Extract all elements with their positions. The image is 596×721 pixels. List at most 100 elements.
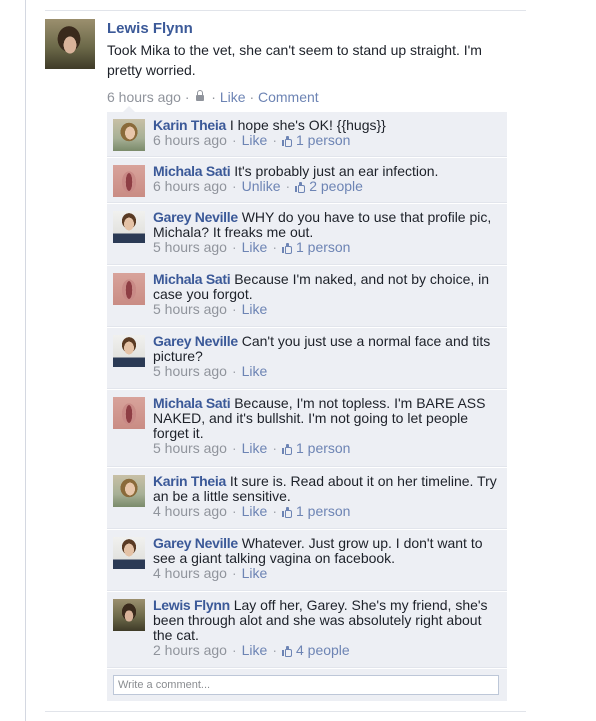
dot-separator: · [231, 503, 237, 519]
comment-like-link[interactable]: Like [242, 132, 268, 148]
separator: · [249, 89, 255, 105]
post-comment-link[interactable]: Comment [258, 89, 319, 105]
comment-meta: 5 hours ago · Like [153, 302, 501, 317]
comment-likes-count[interactable]: 1 person [281, 132, 351, 148]
post-meta: 6 hours ago · · Like · Comment [107, 89, 319, 105]
comment-time[interactable]: 5 hours ago [153, 239, 227, 255]
lock-icon[interactable] [196, 90, 205, 101]
comment-likes-count[interactable]: 1 person [281, 503, 350, 519]
comment-text: It's probably just an ear infection. [234, 163, 439, 179]
comment-unlike-link[interactable]: Unlike [242, 178, 281, 194]
commenter-name[interactable]: Garey Neville [153, 333, 238, 349]
comment-body: Michala Sati Because I'm naked, and not … [153, 272, 501, 317]
comment-like-link[interactable]: Like [242, 565, 268, 581]
dot-separator: · [231, 565, 237, 581]
comment-text: I hope she's OK! {{hugs}} [229, 117, 386, 133]
comment-time[interactable]: 5 hours ago [153, 440, 227, 456]
dot-separator: · [231, 363, 237, 379]
likes-count-label: 1 person [295, 440, 351, 456]
comment-item: Lewis Flynn Lay off her, Garey. She's my… [107, 592, 507, 668]
likes-count-label: 4 people [295, 642, 350, 658]
comment-item: Karin Theia It sure is. Read about it on… [107, 468, 507, 529]
dot-separator: · [285, 178, 291, 194]
comment-like-link[interactable]: Like [242, 301, 268, 317]
comment-body: Karin Theia I hope she's OK! {{hugs}} 6 … [153, 118, 501, 148]
comment-body: Michala Sati It's probably just an ear i… [153, 164, 501, 194]
dot-separator: · [272, 503, 277, 519]
comment-like-link[interactable]: Like [242, 642, 268, 658]
likes-count-label: 2 people [309, 178, 363, 194]
comment-meta: 2 hours ago · Like · 4 people [153, 643, 501, 658]
commenter-name[interactable]: Michala Sati [153, 271, 231, 287]
comment-item: Michala Sati Because I'm naked, and not … [107, 266, 507, 327]
comment-like-link[interactable]: Like [242, 363, 268, 379]
comment-like-link[interactable]: Like [242, 239, 268, 255]
commenter-name[interactable]: Lewis Flynn [153, 597, 230, 613]
thumbs-up-icon [295, 182, 306, 193]
comment-likes-count[interactable]: 2 people [295, 178, 363, 194]
commenter-avatar[interactable] [113, 475, 145, 507]
comment-body: Karin Theia It sure is. Read about it on… [153, 474, 501, 519]
commenter-name[interactable]: Garey Neville [153, 209, 238, 225]
thumbs-up-icon [281, 646, 292, 657]
commenter-avatar[interactable] [113, 273, 145, 305]
post-time[interactable]: 6 hours ago [107, 89, 181, 105]
comment-time[interactable]: 2 hours ago [153, 642, 227, 658]
comment-likes-count[interactable]: 1 person [281, 440, 351, 456]
commenter-name[interactable]: Michala Sati [153, 163, 231, 179]
post-like-link[interactable]: Like [220, 89, 246, 105]
comment-meta: 4 hours ago · Like · 1 person [153, 504, 501, 519]
comment-composer [107, 669, 507, 701]
commenter-avatar[interactable] [113, 599, 145, 631]
commenter-avatar[interactable] [113, 335, 145, 367]
dot-separator: · [272, 440, 277, 456]
comment-item: Garey Neville WHY do you have to use tha… [107, 204, 507, 265]
comment-like-link[interactable]: Like [242, 440, 268, 456]
comment-meta: 5 hours ago · Like · 1 person [153, 240, 501, 255]
comment-time[interactable]: 5 hours ago [153, 301, 227, 317]
commenter-avatar[interactable] [113, 537, 145, 569]
write-comment-input[interactable] [113, 675, 499, 695]
divider [45, 711, 526, 712]
dot-separator: · [231, 132, 237, 148]
comment-body: Garey Neville WHY do you have to use tha… [153, 210, 501, 255]
separator: · [184, 89, 190, 105]
dot-separator: · [272, 642, 277, 658]
dot-separator: · [231, 239, 237, 255]
post-author-avatar[interactable] [45, 19, 95, 69]
comment-time[interactable]: 5 hours ago [153, 363, 227, 379]
left-border [25, 0, 26, 721]
commenter-name[interactable]: Garey Neville [153, 535, 238, 551]
comment-meta: 4 hours ago · Like [153, 566, 501, 581]
comment-likes-count[interactable]: 4 people [281, 642, 350, 658]
comment-meta: 6 hours ago · Like · 1 person [153, 133, 501, 148]
commenter-avatar[interactable] [113, 211, 145, 243]
commenter-name[interactable]: Karin Theia [153, 473, 226, 489]
commenter-avatar[interactable] [113, 165, 145, 197]
commenter-avatar[interactable] [113, 397, 145, 429]
comment-time[interactable]: 6 hours ago [153, 132, 227, 148]
comment-item: Karin Theia I hope she's OK! {{hugs}} 6 … [107, 112, 507, 157]
thumbs-up-icon [281, 444, 292, 455]
comment-item: Garey Neville Can't you just use a norma… [107, 328, 507, 389]
commenter-name[interactable]: Michala Sati [153, 395, 231, 411]
comment-body: Garey Neville Can't you just use a norma… [153, 334, 501, 379]
comment-body: Lewis Flynn Lay off her, Garey. She's my… [153, 598, 501, 658]
dot-separator: · [231, 178, 237, 194]
comment-time[interactable]: 4 hours ago [153, 503, 227, 519]
post-text: Took Mika to the vet, she can't seem to … [107, 42, 482, 78]
commenter-avatar[interactable] [113, 119, 145, 151]
post-author-name[interactable]: Lewis Flynn [107, 20, 193, 37]
dot-separator: · [272, 239, 277, 255]
comment-time[interactable]: 4 hours ago [153, 565, 227, 581]
comment-time[interactable]: 6 hours ago [153, 178, 227, 194]
dot-separator: · [231, 301, 237, 317]
comment-meta: 5 hours ago · Like · 1 person [153, 441, 501, 456]
separator: · [211, 89, 216, 105]
comment-likes-count[interactable]: 1 person [281, 239, 350, 255]
commenter-name[interactable]: Karin Theia [153, 117, 226, 133]
thumbs-up-icon [281, 136, 292, 147]
comment-item: Michala Sati Because, I'm not topless. I… [107, 390, 507, 467]
likes-count-label: 1 person [295, 132, 351, 148]
comment-like-link[interactable]: Like [242, 503, 268, 519]
